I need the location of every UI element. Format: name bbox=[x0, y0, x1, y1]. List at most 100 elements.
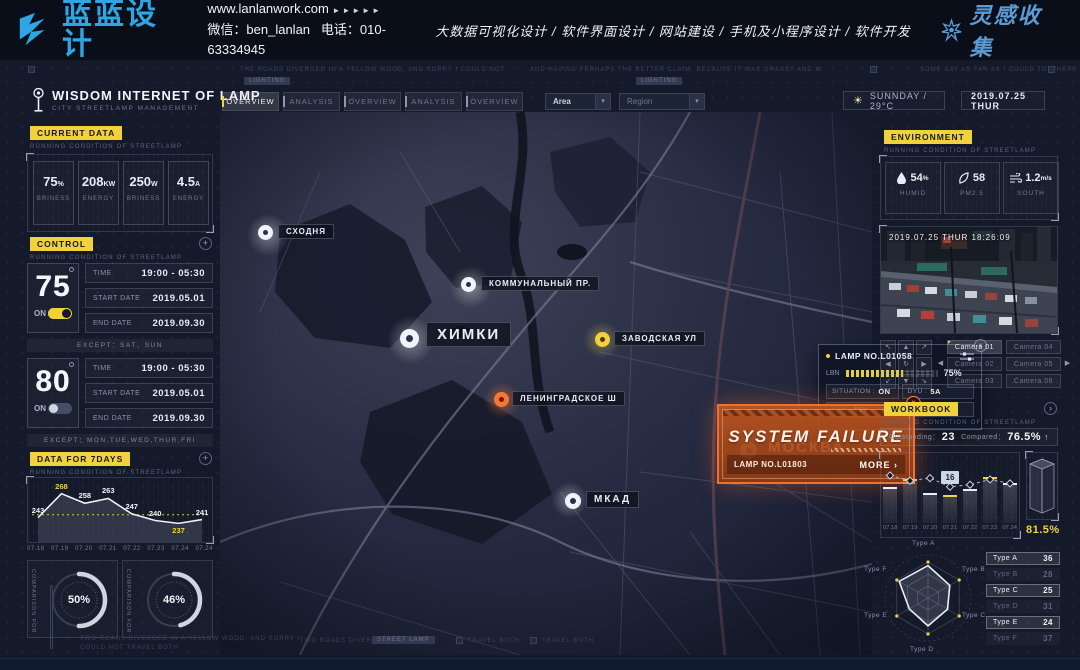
control-badge: CONTROL bbox=[30, 237, 93, 251]
camera-06-button[interactable]: Camera 06 bbox=[1006, 374, 1061, 388]
map-pin-khimki[interactable] bbox=[400, 329, 419, 348]
environment-subtitle: RUNNING CONDITION OF STREETLAMP bbox=[884, 148, 1036, 154]
radar-axis-label: Type D bbox=[910, 646, 934, 653]
scroll-indicator[interactable] bbox=[50, 585, 53, 649]
map-pin-zavodskaya[interactable] bbox=[595, 332, 610, 347]
weather-text: SUNNDAY / 29°C bbox=[870, 91, 935, 111]
outstanding-label: Outstanding： bbox=[889, 432, 940, 442]
map-label-khimki[interactable]: ХИМКИ bbox=[426, 322, 511, 347]
street-lamp-badge: STREET LAMP bbox=[372, 636, 435, 644]
refresh-button[interactable]: ↻ bbox=[898, 357, 914, 372]
camera-04-button[interactable]: Camera 04 bbox=[1006, 340, 1061, 354]
map-label-mkad[interactable]: МКАД bbox=[586, 491, 639, 508]
caret-down-icon: ▾ bbox=[689, 94, 704, 109]
star-robot-icon bbox=[939, 17, 964, 43]
decor-text: TRAVEL BOTH bbox=[542, 638, 594, 644]
type-e-row[interactable]: Type E24 bbox=[986, 616, 1060, 629]
tab-analysis-2[interactable]: ANALYSIS bbox=[405, 92, 462, 111]
map-label-zavodskaya[interactable]: ЗАВОДСКАЯ УЛ bbox=[614, 331, 705, 346]
pan-up-right-button[interactable]: ↗ bbox=[916, 340, 932, 355]
comparison-gauge-2: COMPARISON FOR 46% bbox=[122, 560, 213, 638]
map-pin-kommunalny[interactable] bbox=[461, 277, 476, 292]
brightness-level-box-1: 75 ON bbox=[27, 263, 79, 333]
decor-checkbox bbox=[28, 66, 35, 73]
on-label: ON bbox=[34, 309, 46, 318]
pan-up-button[interactable]: ▲ bbox=[898, 340, 914, 355]
area-dropdown-value: Area bbox=[553, 97, 571, 106]
type-a-row[interactable]: Type A36 bbox=[986, 552, 1060, 565]
radar-axis-label: Type B bbox=[962, 566, 985, 573]
type-c-row[interactable]: Type C25 bbox=[986, 584, 1060, 597]
tab-analysis-1[interactable]: ANALYSIS bbox=[283, 92, 340, 111]
workbook-next-button[interactable]: › bbox=[1044, 402, 1057, 415]
line-point-label: 241 bbox=[192, 508, 212, 517]
decor-text: TRAVEL BOTH bbox=[468, 638, 520, 644]
seven-days-add-button[interactable]: + bbox=[199, 452, 212, 465]
camera-feed[interactable] bbox=[881, 227, 1057, 333]
line-chart-x-axis: 07.1807.19 07.2007.21 07.2207.23 07.2407… bbox=[27, 546, 213, 552]
tab-tick bbox=[222, 96, 224, 107]
decor-text: SOME SAY AS FAR AS I COULD TO WHERE IT bbox=[920, 67, 1080, 73]
level-value: 80 bbox=[28, 365, 78, 399]
workbook-chart-panel: 16 07.1807.19 07.2007.21 07.2207.23 07.2… bbox=[880, 452, 1020, 538]
camera-03-button[interactable]: Camera 03 bbox=[947, 374, 1002, 388]
decor-checkbox bbox=[870, 66, 877, 73]
map-label-kommunalny[interactable]: КОММУНАЛЬНЫЙ ПР. bbox=[481, 276, 599, 291]
time-row: TIME19:00 - 05:30 bbox=[85, 263, 213, 283]
pan-right-button[interactable]: ▶ bbox=[916, 357, 932, 372]
streetlamp-icon bbox=[32, 88, 45, 114]
control-subtitle: RUNNING CONDITION OF STREETLAMP bbox=[30, 255, 182, 261]
pan-down-right-button[interactable]: ↘ bbox=[916, 374, 932, 389]
tab-label: OVERVIEW bbox=[348, 97, 396, 106]
pan-down-left-button[interactable]: ↙ bbox=[880, 374, 896, 389]
radar-axis-label: Type F bbox=[864, 566, 887, 573]
up-arrow-icon: ↑ bbox=[1044, 432, 1049, 442]
decor-checkbox bbox=[1048, 66, 1055, 73]
map-label-shodnya[interactable]: СХОДНЯ bbox=[278, 224, 334, 239]
city-map[interactable]: СХОДНЯ КОММУНАЛЬНЫЙ ПР. ХИМКИ ЗАВОДСКАЯ … bbox=[220, 112, 872, 655]
region-dropdown-value: Region bbox=[627, 97, 652, 106]
tab-label: ANALYSIS bbox=[289, 97, 333, 106]
cube-percentage: 81.5% bbox=[1026, 524, 1060, 536]
camera-02-button[interactable]: Camera 02 bbox=[947, 357, 1002, 371]
map-pin-shodnya[interactable] bbox=[258, 225, 273, 240]
pan-up-left-button[interactable]: ↖ bbox=[880, 340, 896, 355]
compared-value: 76.5% bbox=[1007, 431, 1041, 443]
pan-left-button[interactable]: ◀ bbox=[880, 357, 896, 372]
type-b-row[interactable]: Type B28 bbox=[986, 568, 1060, 581]
region-dropdown[interactable]: Region ▾ bbox=[619, 93, 705, 110]
map-pin-mkad[interactable] bbox=[565, 493, 581, 509]
lighting-badge: LIGHTING bbox=[636, 77, 682, 85]
camera-01-button[interactable]: Camera 01 bbox=[947, 340, 1002, 354]
camera-05-button[interactable]: Camera 05 bbox=[1006, 357, 1061, 371]
control-add-button[interactable]: + bbox=[199, 237, 212, 250]
camera-list-next[interactable]: ▶ bbox=[1063, 340, 1072, 386]
type-f-row[interactable]: Type F37 bbox=[986, 632, 1060, 645]
tab-overview-2[interactable]: OVERVIEW bbox=[344, 92, 401, 111]
tab-overview-3[interactable]: OVERVIEW bbox=[466, 92, 523, 111]
line-point-label: 240 bbox=[145, 509, 165, 518]
line-point-label: 243 bbox=[28, 506, 48, 515]
schedule-toggle-1[interactable] bbox=[48, 308, 72, 319]
area-dropdown[interactable]: Area ▾ bbox=[545, 93, 611, 110]
camera-timestamp-overlay: 2019.07.25 THUR 18:26:09 bbox=[889, 233, 1011, 242]
start-date-row: START DATE2019.05.01 bbox=[85, 288, 213, 308]
website-link[interactable]: www.lanlanwork.com bbox=[207, 1, 328, 16]
current-data-subtitle: RUNNING CONDITION OF STREETLAMP bbox=[30, 144, 182, 150]
tab-overview-1[interactable]: OVERVIEW bbox=[222, 92, 279, 111]
map-label-leningradskoe[interactable]: ЛЕНИНГРАДСКОЕ Ш bbox=[512, 391, 625, 406]
stat-briness-w: 250W BRINESS bbox=[123, 161, 164, 225]
camera-list-prev[interactable]: ◀ bbox=[936, 340, 945, 386]
schedule-toggle-2[interactable] bbox=[48, 403, 72, 414]
cube-3d-icon bbox=[1027, 453, 1057, 519]
env-wind: 1.2m/s SOUTH bbox=[1003, 162, 1059, 214]
end-date-row: END DATE2019.09.30 bbox=[85, 313, 213, 333]
type-d-row[interactable]: Type D31 bbox=[986, 600, 1060, 613]
map-pin-leningradskoe[interactable] bbox=[494, 392, 509, 407]
decor-text: TWO ROADS DIVERGED IN A YELLOW WOOD, AND… bbox=[80, 636, 300, 642]
inspiration-collect[interactable]: 灵感收集 bbox=[939, 0, 1062, 62]
pan-down-button[interactable]: ▼ bbox=[898, 374, 914, 389]
tab-label: ANALYSIS bbox=[411, 97, 455, 106]
comparison-gauge-1: COMPARISON FOR 50% bbox=[27, 560, 118, 638]
gauge-value: 50% bbox=[68, 594, 90, 606]
